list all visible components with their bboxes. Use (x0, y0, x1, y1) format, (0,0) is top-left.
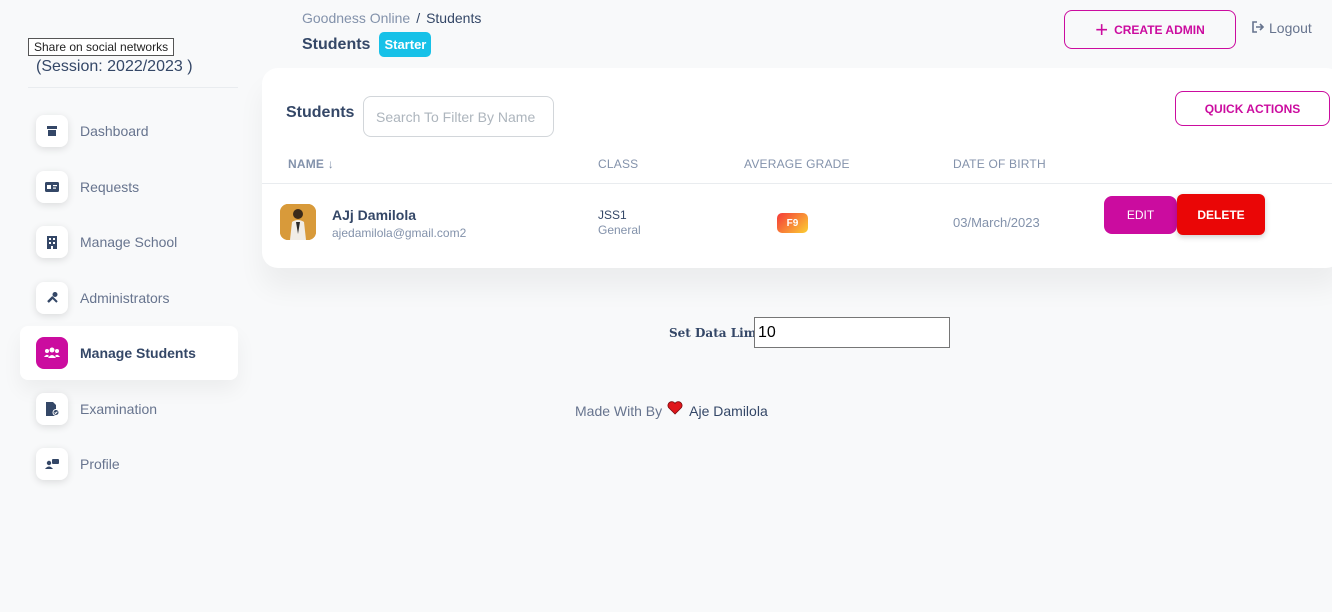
edit-button[interactable]: EDIT (1104, 196, 1177, 234)
breadcrumb-root[interactable]: Goodness Online (302, 10, 410, 26)
logout-label: Logout (1269, 20, 1312, 36)
user-card-icon (36, 448, 68, 480)
sidebar: Share on social networks (Session: 2022/… (0, 0, 250, 612)
create-admin-label: CREATE ADMIN (1114, 22, 1205, 37)
footer: Made With By Aje Damilola (575, 401, 768, 420)
sidebar-item-label: Profile (80, 456, 120, 472)
id-card-icon (36, 170, 68, 203)
card-title: Students (286, 104, 355, 121)
avatar (280, 204, 316, 240)
sidebar-item-requests[interactable]: Requests (20, 160, 238, 214)
users-icon (36, 337, 68, 369)
data-limit-input[interactable] (754, 317, 950, 348)
quick-actions-button[interactable]: QUICK ACTIONS (1175, 91, 1330, 126)
column-header-name-label: NAME (288, 157, 325, 171)
sidebar-item-manage-school[interactable]: Manage School (20, 215, 238, 269)
students-card: Students QUICK ACTIONS NAME ↓ CLASS AVER… (262, 68, 1332, 268)
student-class-type: General (598, 223, 641, 237)
sidebar-item-manage-students[interactable]: Manage Students (20, 326, 238, 380)
student-email: ajedamilola@gmail.com2 (332, 226, 467, 240)
data-limit-label: Set Data Limit (669, 326, 767, 340)
shop-icon (36, 115, 68, 147)
sidebar-item-label: Dashboard (80, 123, 149, 139)
sidebar-item-label: Administrators (80, 289, 170, 306)
footer-prefix: Made With By (575, 402, 663, 419)
sidebar-item-profile[interactable]: Profile (20, 437, 238, 491)
sidebar-nav: Dashboard Requests Manage School Adminis… (20, 104, 238, 493)
column-header-class: CLASS (598, 157, 639, 171)
footer-author[interactable]: Aje Damilola (689, 403, 768, 419)
building-icon (36, 226, 68, 258)
page-title-row: Students Starter (302, 32, 432, 57)
sidebar-item-label: Requests (80, 178, 140, 195)
column-header-name[interactable]: NAME ↓ (288, 157, 334, 171)
logout-link[interactable]: Logout (1252, 20, 1312, 36)
sidebar-item-administrators[interactable]: Administrators (20, 271, 238, 325)
heart-icon (667, 401, 683, 420)
plan-badge: Starter (379, 32, 432, 57)
sidebar-item-label: Manage Students (80, 345, 196, 361)
search-input[interactable] (363, 96, 554, 137)
breadcrumb: Goodness Online / Students (302, 10, 481, 26)
breadcrumb-separator: / (416, 10, 421, 26)
student-class: JSS1 (598, 208, 627, 222)
delete-button[interactable]: DELETE (1177, 194, 1265, 235)
create-admin-button[interactable]: + CREATE ADMIN (1064, 10, 1236, 49)
session-label: (Session: 2022/2023 ) (36, 58, 193, 75)
column-header-date-of-birth: DATE OF BIRTH (953, 157, 1046, 171)
column-header-average-grade: AVERAGE GRADE (744, 157, 850, 171)
sort-arrow-icon: ↓ (327, 157, 334, 171)
plus-icon: + (1095, 16, 1109, 42)
page-title: Students (302, 35, 371, 53)
student-dob: 03/March/2023 (953, 215, 1040, 230)
grade-badge: F9 (777, 213, 808, 233)
logout-icon (1252, 20, 1265, 36)
breadcrumb-current: Students (426, 10, 482, 26)
file-check-icon (36, 392, 68, 425)
table-header-divider (262, 183, 1332, 184)
sidebar-item-dashboard[interactable]: Dashboard (20, 104, 238, 158)
sidebar-item-label: Examination (80, 400, 158, 417)
tools-icon (36, 281, 68, 314)
sidebar-item-label: Manage School (80, 234, 178, 250)
student-name: AJj Damilola (332, 207, 417, 223)
sidebar-item-examination[interactable]: Examination (20, 382, 238, 436)
share-tooltip: Share on social networks (28, 38, 175, 56)
